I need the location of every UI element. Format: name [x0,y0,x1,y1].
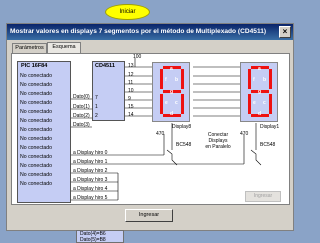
pic-pin-label: No conectado [20,136,53,142]
pic-pin-label: No conectado [20,82,53,88]
segment-letter: e [253,100,256,106]
segment-e [248,94,251,114]
display-right-label: Display1 [260,124,280,130]
pic-box: PIC 16F84 No conectado No conectado No c… [17,61,71,203]
segment-letter: c [263,100,266,106]
segment-letter: d [258,111,262,117]
segment-letter: c [175,100,178,106]
ic-pin-label: 1 [95,104,98,110]
tooltip-line: Dato(5)=B8 [80,237,106,243]
transistor-right-label: BC548 [260,142,276,148]
resistor-left-label: 470 [156,131,165,137]
window-title: Mostrar valores en displays 7 segmentos … [7,24,293,40]
display-line-label: a Display hiro 4 [73,186,108,192]
segment-f [248,69,251,89]
ingresar-button[interactable]: Ingresar [125,209,173,222]
resistor-right-label: 470 [240,131,249,137]
display-line-label: a Display hiro 0 [73,150,108,156]
ic-box: CD4511 7 1 2 [92,61,125,121]
segment-letter: b [263,77,267,83]
pin-number: 15 [128,104,134,110]
segment-letter: d [170,111,174,117]
connect-note: Conectar Displays en Paralelo [202,132,234,150]
segment-letter: g [258,89,262,95]
segment-letter: f [253,77,255,83]
tab-schema[interactable]: Esquema [47,42,81,53]
pic-title: PIC 16F84 [21,63,48,69]
pin-number: 9 [128,96,131,102]
pic-pin-label: No conectado [20,91,53,97]
pin-number: 10 [128,88,134,94]
ic-title: CD4511 [95,63,115,69]
display-left-label: Display8 [172,124,192,130]
pic-pin-label: No conectado [20,100,53,106]
display-line-label: a Display hiro 1 [73,159,108,165]
segment-c [181,94,184,114]
pic-pin-label: No conectado [20,109,53,115]
close-button[interactable]: × [279,26,291,38]
segment-e [160,94,163,114]
pic-pin-label: No conectado [20,154,53,160]
start-button[interactable]: Iniciar [105,4,150,20]
pic-pin-label: No conectado [20,181,53,187]
transistor-left-label: BC548 [176,142,192,148]
display-line-label: a Display hiro 2 [73,168,108,174]
segment-c [269,94,272,114]
tab-parameters[interactable]: Parámetros [12,43,47,53]
pin-number: 13 [128,63,134,69]
desktop: Iniciar Mostrar valores en displays 7 se… [0,0,300,243]
pic-pin-label: No conectado [20,163,53,169]
segment-letter: g [170,89,174,95]
display-left: a f b g e c d [152,62,190,122]
display-right: a f b g e c d [240,62,278,122]
data-label: Dato(3) [73,122,90,128]
data-label: Dato(0) [73,94,90,100]
segment-b [269,69,272,89]
pic-pin-label: No conectado [20,172,53,178]
pin-number: 11 [128,80,134,86]
pin-number: 14 [128,112,134,118]
ic-pin-label: 7 [95,95,98,101]
tooltip: Dato(4)=B6 Dato(5)=B8 [76,230,124,243]
pic-pin-label: No conectado [20,145,53,151]
ic-pin-label: 2 [95,113,98,119]
segment-letter: a [258,66,261,72]
segment-letter: a [170,66,173,72]
segment-f [160,69,163,89]
segment-letter: f [165,77,167,83]
schematic-canvas: PIC 16F84 No conectado No conectado No c… [11,53,290,205]
disabled-button: Ingresar [245,191,281,202]
pin-number: 12 [128,72,134,78]
display-line-label: a Display hiro 5 [73,195,108,201]
data-label: Dato(1) [73,104,90,110]
pic-pin-label: No conectado [20,118,53,124]
connect-line: en Paralelo [205,144,231,150]
pic-pin-label: No conectado [20,73,53,79]
segment-letter: b [175,77,179,83]
segment-b [181,69,184,89]
data-label: Dato(2) [73,113,90,119]
display-line-label: a Display hiro 3 [73,177,108,183]
pic-pin-label: No conectado [20,127,53,133]
segment-letter: e [165,100,168,106]
resistor-label: 100 [133,54,142,60]
app-window: Mostrar valores en displays 7 segmentos … [6,23,294,231]
